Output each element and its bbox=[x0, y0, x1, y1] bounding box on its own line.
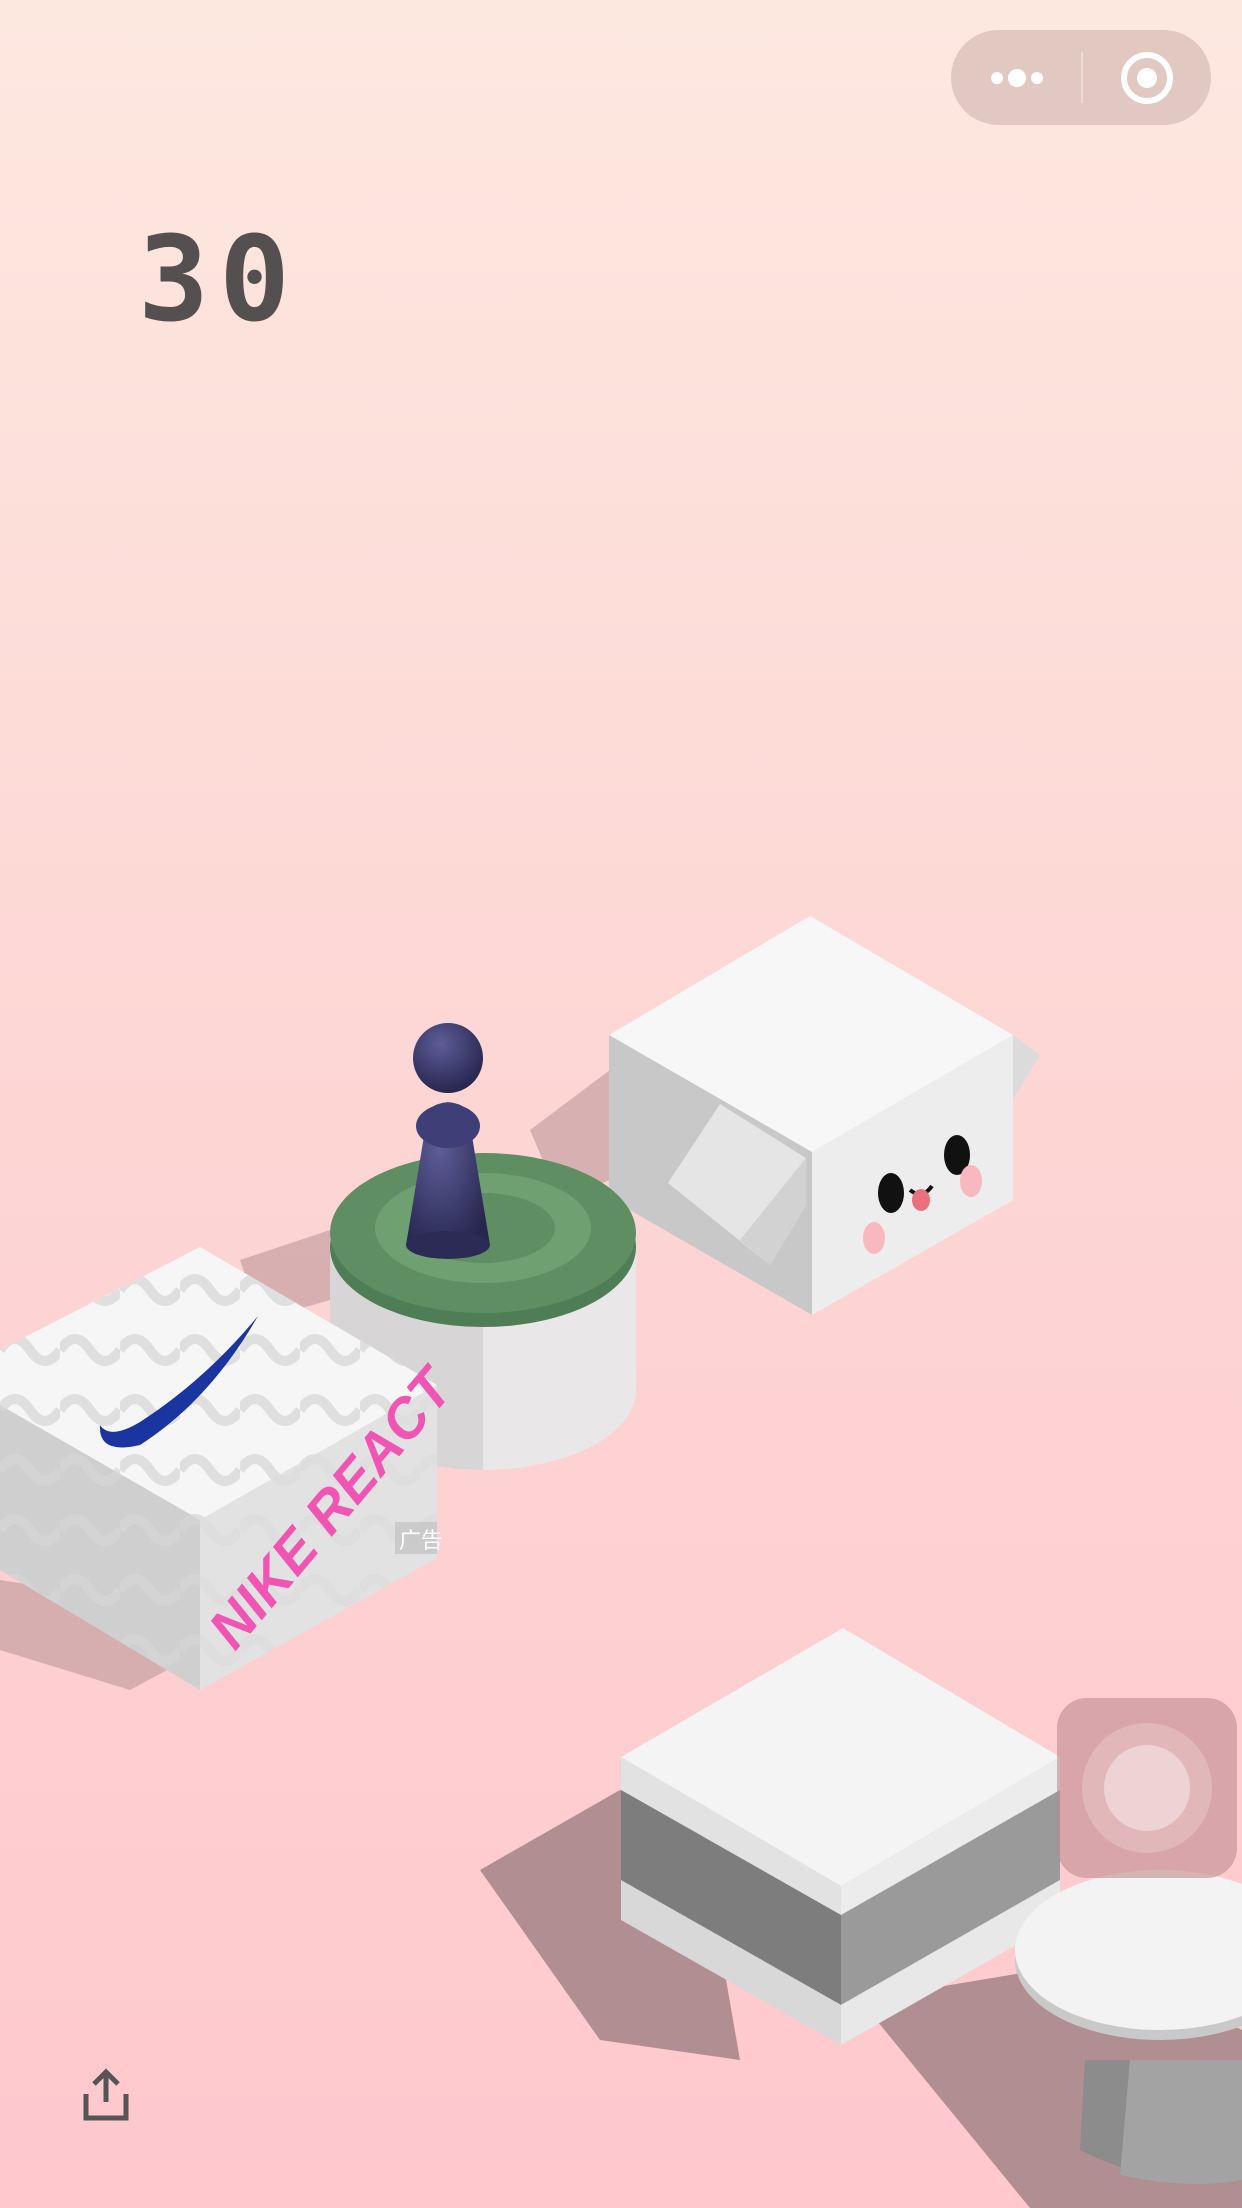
ad-label: 广告 bbox=[399, 1529, 443, 1554]
more-button[interactable] bbox=[951, 30, 1081, 125]
target-close-icon bbox=[1121, 52, 1173, 104]
player-head bbox=[413, 1023, 483, 1093]
face-blush-left bbox=[863, 1222, 885, 1254]
face-blush-right bbox=[960, 1165, 982, 1197]
share-button[interactable] bbox=[76, 2066, 136, 2126]
wechat-capsule bbox=[951, 30, 1211, 125]
score-counter: 30 bbox=[138, 210, 301, 348]
share-icon bbox=[83, 2068, 129, 2121]
joystick-knob-icon bbox=[1104, 1745, 1190, 1831]
close-button[interactable] bbox=[1083, 30, 1211, 125]
player-piece bbox=[406, 1023, 490, 1259]
face-cube bbox=[609, 916, 1040, 1315]
more-dots-icon bbox=[991, 69, 1043, 87]
jump-control[interactable] bbox=[1057, 1698, 1237, 1878]
face-left-eye bbox=[878, 1173, 904, 1213]
